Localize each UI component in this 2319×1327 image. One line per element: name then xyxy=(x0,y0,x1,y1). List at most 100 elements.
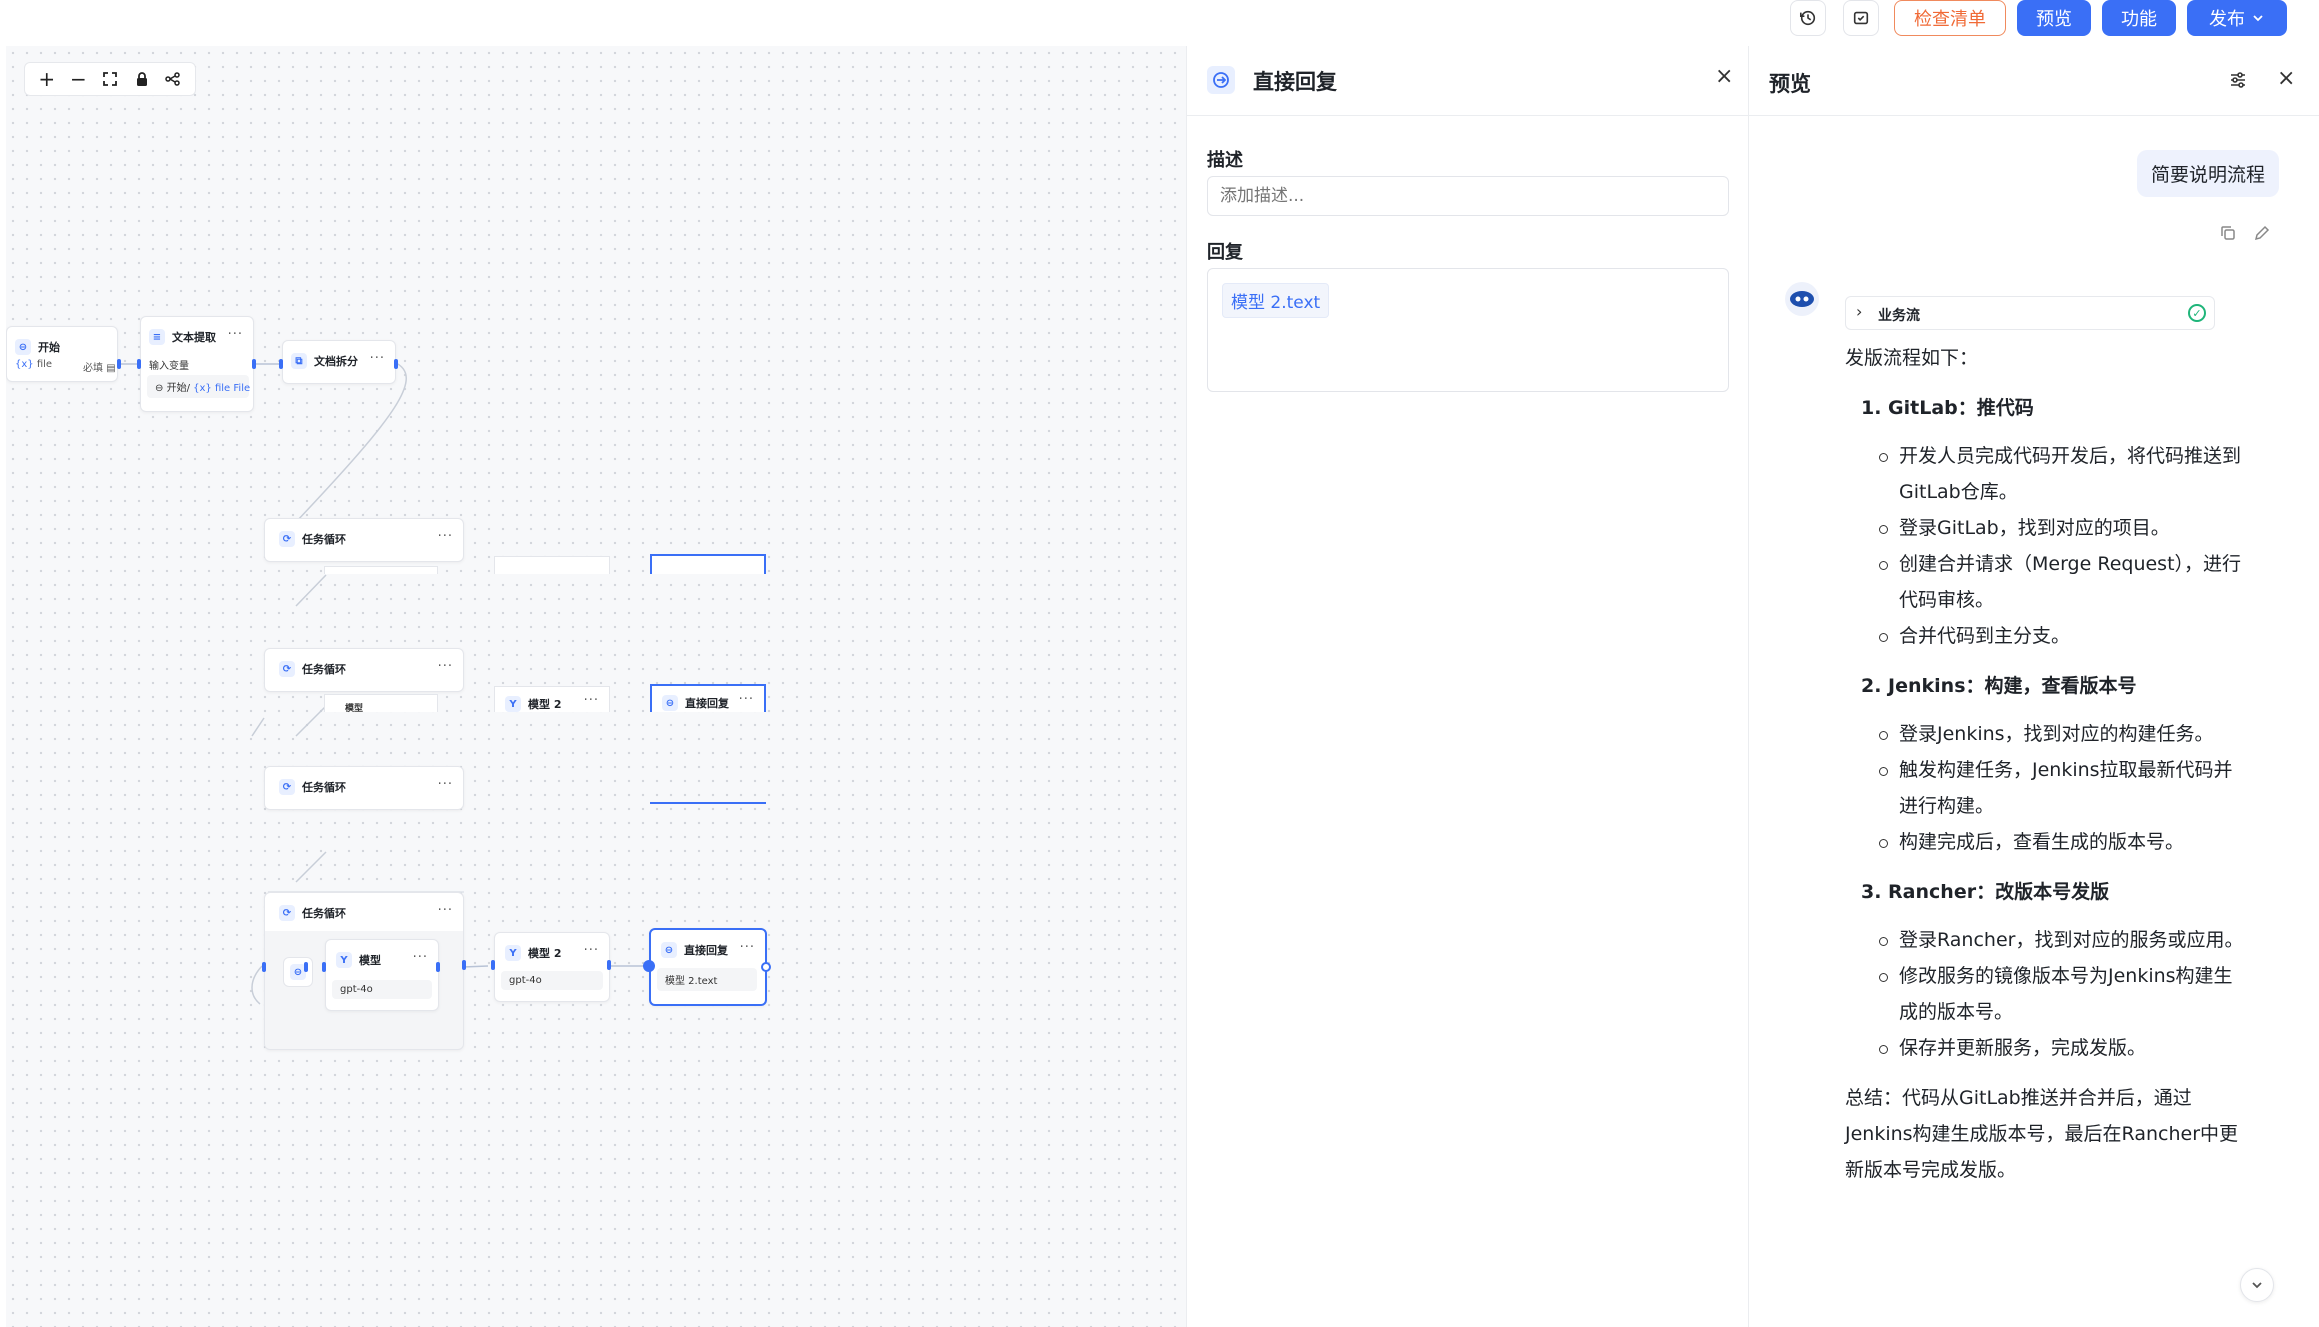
answer-intro: 发版流程如下： xyxy=(1845,347,1979,369)
chevron-down-icon xyxy=(2253,15,2263,22)
node-menu-icon[interactable]: ··· xyxy=(739,692,754,707)
split-input-handle[interactable] xyxy=(279,359,283,369)
list-item: 修改服务的镜像版本号为Jenkins构建生成的版本号。 xyxy=(1879,958,2249,1030)
list-item: 保存并更新服务，完成发版。 xyxy=(1879,1030,2249,1066)
reply-icon: ⊖ xyxy=(662,695,678,711)
model-output-handle[interactable] xyxy=(436,962,440,972)
node-menu-icon[interactable]: ··· xyxy=(228,327,243,342)
loop-start-node[interactable]: ⊖ xyxy=(283,957,313,987)
checklist-icon-button[interactable] xyxy=(1843,0,1879,36)
answer-list: 开发人员完成代码开发后，将代码推送到GitLab仓库。 登录GitLab，找到对… xyxy=(1845,438,2249,654)
model2-output-handle[interactable] xyxy=(607,960,611,970)
model-node[interactable]: Y 模型 ··· gpt-4o xyxy=(325,939,439,1011)
text-extract-node[interactable]: ≡ 文本提取 ··· 输入变量 ⊖ 开始/ {x} file File xyxy=(140,316,254,412)
loop-start-output-handle[interactable] xyxy=(304,962,308,972)
preview-button[interactable]: 预览 xyxy=(2017,0,2091,36)
task-loop-container[interactable]: ⟳ 任务循环 ··· ⊖ Y 模型 ··· gpt-4o xyxy=(264,892,464,1050)
node-menu-icon[interactable]: ··· xyxy=(370,351,385,366)
node-menu-icon[interactable]: ··· xyxy=(413,950,428,965)
reply-variable-chip[interactable]: 模型 2.text xyxy=(1222,283,1330,318)
loop-icon: ⟳ xyxy=(279,661,295,677)
start-node[interactable]: ⊖ 开始 {x} file 必填 ▤ xyxy=(6,326,118,382)
model2-input-handle[interactable] xyxy=(491,960,495,970)
reply-value: 模型 2.text xyxy=(657,968,757,991)
scroll-down-button[interactable] xyxy=(2240,1268,2274,1302)
user-message: 简要说明流程 xyxy=(2136,150,2279,197)
model-value: gpt-4o xyxy=(332,980,432,999)
reply-editor[interactable]: 模型 2.text xyxy=(1207,268,1729,392)
node-menu-icon[interactable]: ··· xyxy=(438,659,453,674)
close-icon[interactable]: × xyxy=(1715,64,1733,89)
sliders-icon[interactable] xyxy=(2228,70,2248,90)
workflow-trace-label: 业务流 xyxy=(1878,308,1920,324)
preview-title: 预览 xyxy=(1769,72,1811,96)
features-button[interactable]: 功能 xyxy=(2102,0,2176,36)
node-menu-icon[interactable]: ··· xyxy=(740,940,755,955)
answer-summary: 总结：代码从GitLab推送并合并后，通过Jenkins构建生成版本号，最后在R… xyxy=(1845,1087,2239,1181)
answer-list: 登录Jenkins，找到对应的构建任务。 触发构建任务，Jenkins拉取最新代… xyxy=(1845,716,2249,860)
start-field-name: file xyxy=(36,359,53,370)
node-menu-icon[interactable]: ··· xyxy=(438,777,453,792)
node-ref-icon: ⊖ xyxy=(155,383,164,394)
preview-panel: 预览 × 简要说明流程 › 业务流 ✓ 发版流程如下： 1. GitLab：推代… xyxy=(1748,46,2319,1327)
reply-node-icon xyxy=(1207,66,1235,94)
node-config-panel: 直接回复 × 描述 回复 模型 2.text xyxy=(1186,46,1749,1327)
extract-input-handle[interactable] xyxy=(137,359,141,369)
model-icon: Y xyxy=(505,696,521,712)
clipped-node xyxy=(494,556,610,574)
model2-row2-node[interactable]: Y 模型 2 ··· xyxy=(494,686,610,712)
model-icon: Y xyxy=(336,952,352,968)
preview-header: 预览 × xyxy=(1749,46,2319,116)
extract-output-handle[interactable] xyxy=(252,359,256,369)
loop-input-handle[interactable] xyxy=(262,962,266,972)
answer-list: 登录Rancher，找到对应的服务或应用。 修改服务的镜像版本号为Jenkins… xyxy=(1845,922,2249,1066)
list-item: 登录GitLab，找到对应的项目。 xyxy=(1879,510,2249,546)
description-label: 描述 xyxy=(1207,150,1243,171)
config-header: 直接回复 × xyxy=(1187,46,1749,116)
history-button[interactable] xyxy=(1790,0,1826,36)
copy-icon[interactable] xyxy=(2219,224,2237,242)
loop-icon: ⟳ xyxy=(279,531,295,547)
loop-child-model-node: 模型 xyxy=(324,694,438,714)
loop-child-node xyxy=(324,566,438,574)
list-icon: ▤ xyxy=(106,363,116,374)
node-menu-icon[interactable]: ··· xyxy=(584,693,599,708)
close-icon[interactable]: × xyxy=(2277,66,2295,91)
loop-output-handle[interactable] xyxy=(462,960,466,970)
edit-icon[interactable] xyxy=(2253,224,2271,242)
reply-row2-node[interactable]: ⊖ 直接回复 ··· xyxy=(650,684,766,712)
list-item: 登录Jenkins，找到对应的构建任务。 xyxy=(1879,716,2249,752)
workflow-trace-toggle[interactable]: › 业务流 ✓ xyxy=(1845,296,2215,330)
doc-split-node[interactable]: ⧉ 文档拆分 ··· xyxy=(282,340,396,384)
document-icon: ≡ xyxy=(149,329,165,345)
required-label: 必填 xyxy=(83,363,103,374)
list-item: 开发人员完成代码开发后，将代码推送到GitLab仓库。 xyxy=(1879,438,2249,510)
publish-button[interactable]: 发布 xyxy=(2187,0,2287,36)
list-item: 登录Rancher，找到对应的服务或应用。 xyxy=(1879,922,2249,958)
bot-answer: 发版流程如下： 1. GitLab：推代码 开发人员完成代码开发后，将代码推送到… xyxy=(1845,340,2249,1188)
task-loop-node[interactable]: ⟳ 任务循环 ··· xyxy=(264,648,464,692)
checklist-button[interactable]: 检查清单 xyxy=(1894,0,2006,36)
checklist-icon xyxy=(1853,11,1869,25)
reply-output-handle[interactable] xyxy=(761,962,771,972)
node-menu-icon[interactable]: ··· xyxy=(438,529,453,544)
node-menu-icon[interactable]: ··· xyxy=(584,943,599,958)
description-input[interactable] xyxy=(1207,176,1729,216)
loop-icon: ⟳ xyxy=(279,779,295,795)
direct-reply-node[interactable]: ⊖ 直接回复 ··· 模型 2.text xyxy=(649,928,767,1006)
reply-input-handle[interactable] xyxy=(643,960,655,972)
top-bar: 检查清单 预览 功能 发布 xyxy=(0,0,2319,46)
reply-label: 回复 xyxy=(1207,242,1243,263)
node-menu-icon[interactable]: ··· xyxy=(438,903,453,918)
model-input-handle[interactable] xyxy=(322,962,326,972)
split-output-handle[interactable] xyxy=(394,359,398,369)
list-item: 触发构建任务，Jenkins拉取最新代码并进行构建。 xyxy=(1879,752,2249,824)
reply-icon: ⊖ xyxy=(661,942,677,958)
model2-value: gpt-4o xyxy=(501,971,603,990)
model2-node[interactable]: Y 模型 2 ··· gpt-4o xyxy=(494,932,610,1002)
start-output-handle[interactable] xyxy=(117,359,121,369)
task-loop-node[interactable]: ⟳ 任务循环 ··· xyxy=(264,766,464,810)
workflow-canvas[interactable]: + − ⊖ 开始 {x} file 必填 ▤ ≡ 文本提取 ··· 输入变量 ⊖… xyxy=(6,46,1186,1327)
list-item: 创建合并请求（Merge Request），进行代码审核。 xyxy=(1879,546,2249,618)
task-loop-node[interactable]: ⟳ 任务循环 ··· xyxy=(264,518,464,562)
